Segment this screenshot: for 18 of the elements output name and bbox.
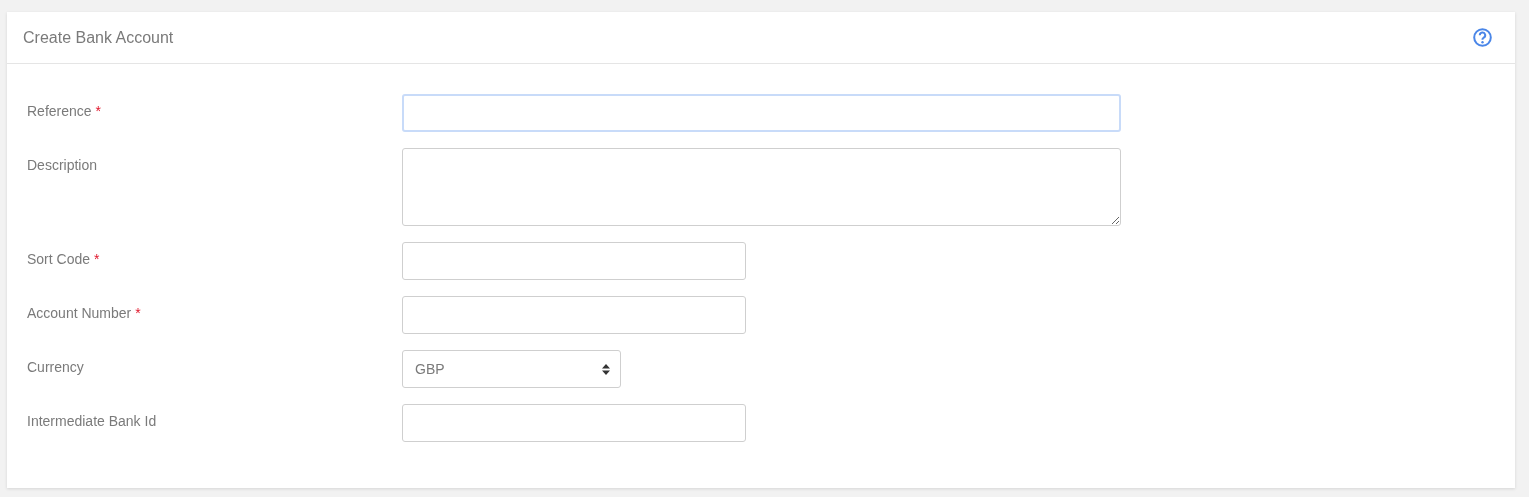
required-mark: * <box>94 251 100 268</box>
required-mark: * <box>95 103 102 120</box>
input-field[interactable] <box>402 296 746 334</box>
panel-title: Create Bank Account <box>23 28 174 47</box>
field-label: Intermediate Bank Id <box>27 412 158 430</box>
input-field[interactable] <box>402 94 1121 132</box>
help-icon[interactable] <box>1473 28 1492 47</box>
field-label: Reference <box>27 103 92 120</box>
text-area[interactable] <box>402 148 1121 226</box>
currency-select[interactable]: GBP <box>402 350 621 388</box>
input-field[interactable] <box>402 242 746 280</box>
sort-caret-icon <box>602 363 610 375</box>
required-mark: * <box>135 305 141 322</box>
input-field[interactable] <box>402 404 746 442</box>
field-label: Sort Code <box>27 251 91 268</box>
field-label: Currency <box>27 358 85 376</box>
field-label: Description <box>27 156 99 174</box>
field-label: Account Number <box>27 305 132 322</box>
